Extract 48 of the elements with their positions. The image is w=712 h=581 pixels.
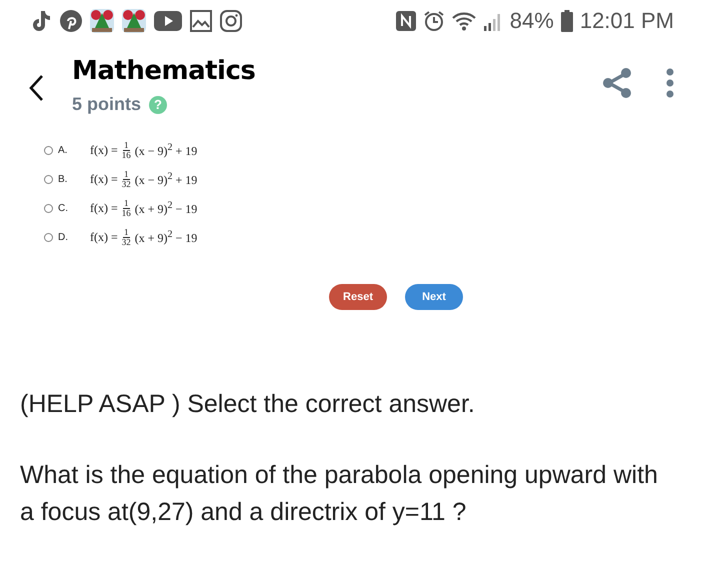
pinterest-icon[interactable] [60, 10, 82, 32]
formula-expression: (x − 9)$^{2}$ + 19 [134, 142, 198, 159]
nfc-icon [396, 11, 416, 31]
option-letter: A. [58, 145, 68, 156]
more-options-icon[interactable] [666, 68, 674, 98]
reset-button[interactable]: Reset [329, 284, 387, 310]
next-button[interactable]: Next [405, 284, 463, 310]
wifi-icon [452, 11, 476, 31]
signal-icon [482, 11, 503, 31]
gallery-icon[interactable] [190, 10, 212, 32]
option-letter: B. [58, 174, 68, 185]
formula-lhs: f(x) = [90, 143, 118, 158]
back-icon[interactable] [28, 74, 44, 102]
clock-time: 12:01 PM [580, 8, 674, 34]
tiktok-icon[interactable] [32, 10, 52, 32]
app-icon[interactable] [122, 9, 146, 33]
subject-title: Mathematics [72, 56, 256, 86]
fraction-denominator: 32 [122, 180, 131, 189]
app-icon[interactable] [90, 9, 114, 33]
formula-expression: (x + 9)$^{2}$ − 19 [134, 229, 198, 246]
battery-icon [560, 10, 573, 32]
fraction-numerator: 1 [123, 228, 130, 238]
option-letter: D. [58, 232, 69, 243]
formula-lhs: f(x) = [90, 201, 118, 216]
formula-lhs: f(x) = [90, 172, 118, 187]
alarm-icon [422, 10, 445, 32]
radio-button[interactable] [44, 146, 53, 155]
formula-expression: (x − 9)$^{2}$ + 19 [134, 171, 198, 188]
fraction-denominator: 16 [122, 209, 131, 218]
radio-button[interactable] [44, 233, 53, 242]
fraction-numerator: 1 [123, 141, 130, 151]
share-icon[interactable] [602, 68, 632, 98]
video-play-icon[interactable] [154, 11, 182, 31]
fraction-denominator: 32 [122, 238, 131, 247]
instagram-icon[interactable] [220, 10, 242, 32]
formula-expression: (x + 9)$^{2}$ − 19 [134, 200, 198, 217]
question-body: What is the equation of the parabola opening upward with a focus at(9,27) and a directrix of y=11 ? [20, 460, 659, 528]
option-letter: C. [58, 203, 69, 214]
points-label: 5 points [72, 94, 142, 115]
formula-lhs: f(x) = [90, 230, 118, 245]
battery-percentage: 84% [510, 8, 554, 34]
fraction-numerator: 1 [123, 170, 130, 180]
question-intro: (HELP ASAP ) Select the correct answer. [20, 389, 476, 420]
radio-button[interactable] [44, 204, 53, 213]
help-badge[interactable]: ? [149, 96, 168, 114]
fraction-denominator: 16 [122, 151, 131, 160]
radio-button[interactable] [44, 175, 53, 184]
fraction-numerator: 1 [123, 199, 130, 209]
